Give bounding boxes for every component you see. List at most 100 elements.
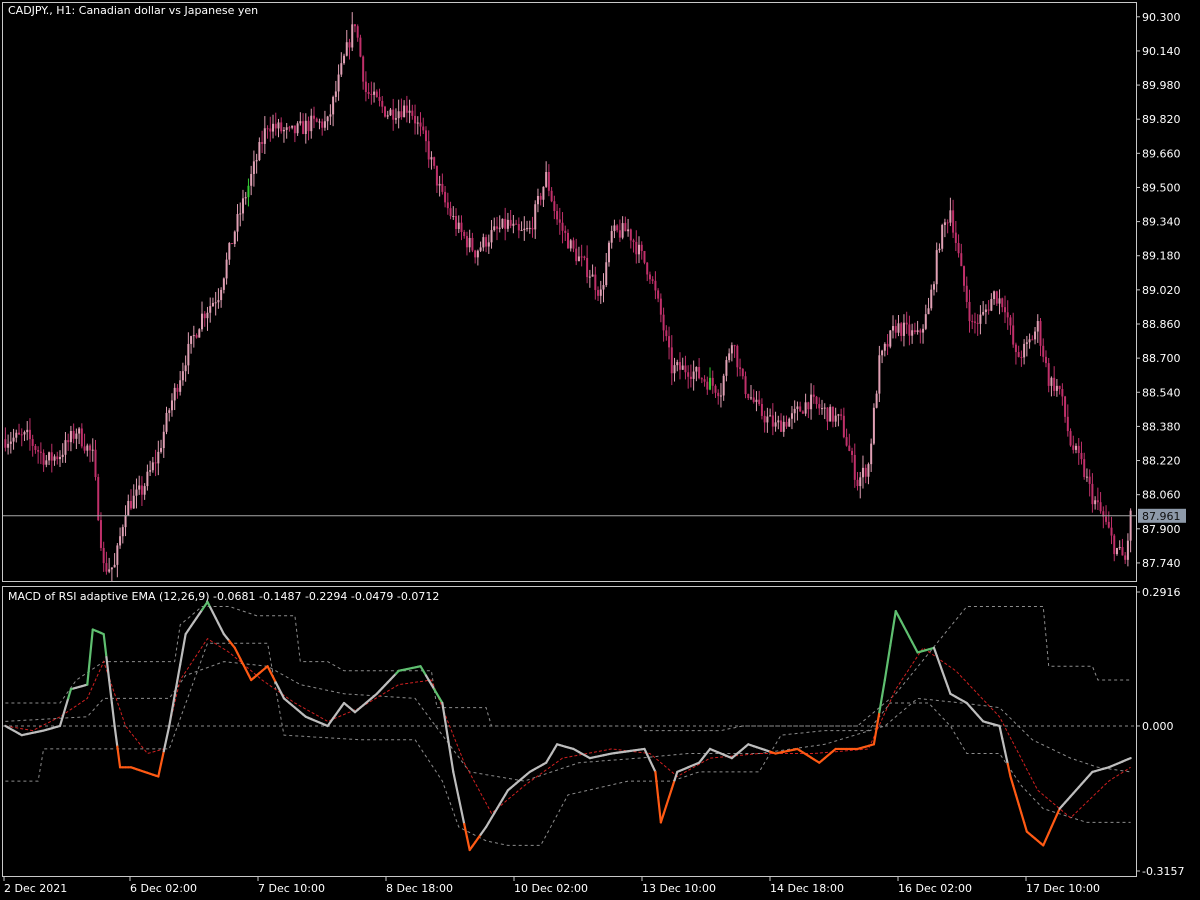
candle-body [362,56,365,82]
price-tick-label: 90.300 [1142,11,1181,24]
candle-body [678,362,681,370]
candle-body [364,81,367,93]
candle-body [209,306,212,313]
candle-body [935,250,938,285]
candle-body [976,322,979,324]
current-price-badge: 87.961 [1138,508,1186,523]
candle-body [577,256,580,262]
candle-body [957,242,960,254]
candle-body [881,350,884,356]
candle-body [64,440,67,455]
candle-body [1066,416,1069,432]
candle-body [293,125,296,134]
candle-body [744,376,747,395]
candle-body [550,190,553,202]
price-panel-title: CADJPY., H1: Canadian dollar vs Japanese… [8,4,258,17]
candle-body [116,545,119,565]
candle-body [815,396,818,405]
candle-body [659,298,662,315]
candle-body [837,414,840,416]
price-tick-label: 90.140 [1142,45,1181,58]
candle-body [632,240,635,242]
candle-body [460,222,463,232]
candle-body [476,250,479,258]
candle-body [31,439,34,446]
candle-body [774,422,777,427]
candle-body [323,121,326,128]
candle-body [938,248,941,251]
candle-body [536,195,539,205]
candle-body [698,367,701,379]
candle-body [810,394,813,410]
time-tick-label: 14 Dec 18:00 [770,882,844,895]
candle-body [547,172,550,191]
candle-body [1080,452,1083,460]
candle-body [162,431,165,449]
candle-body [605,262,608,286]
candle-body [485,237,488,247]
candle-body [875,393,878,408]
candle-body [416,122,419,124]
candle-body [741,368,744,377]
candle-body [818,404,821,409]
candle-body [427,141,430,160]
candle-body [307,120,310,132]
candle-body [252,161,255,174]
candle-body [28,429,31,440]
candle-body [684,365,687,373]
candle-body [993,291,996,300]
candle-body [867,464,870,477]
candle-body [894,326,897,333]
candle-body [4,439,7,448]
candle-body [430,157,433,160]
price-tick-label: 88.700 [1142,352,1181,365]
candle-body [848,445,851,451]
price-tick-label: 89.660 [1142,147,1181,160]
candle-body [651,279,654,281]
candle-body [504,218,507,229]
candle-body [299,121,302,124]
chart-canvas: CADJPY., H1: Canadian dollar vs Japanese… [0,0,1200,900]
candle-body [796,406,799,409]
candle-body [1129,510,1132,541]
candle-body [154,462,157,464]
candle-body [1083,459,1086,478]
candle-body [282,129,285,132]
candle-body [763,415,766,423]
candle-body [1044,356,1047,364]
candle-body [640,244,643,251]
candle-body [886,343,889,347]
candle-body [285,127,288,130]
candle-body [739,367,742,369]
time-tick-label: 13 Dec 10:00 [642,882,716,895]
candle-body [61,454,64,457]
candle-body [1025,342,1028,344]
candle-body [288,127,291,129]
candle-body [913,330,916,333]
candle-body [1096,500,1099,503]
candle-body [296,123,299,134]
candle-body [583,256,586,258]
candle-body [1039,321,1042,346]
candle-body [247,185,250,198]
candle-body [15,432,18,438]
price-tick-label: 88.220 [1142,455,1181,468]
candle-body [378,96,381,101]
candle-body [1053,377,1056,391]
candle-body [1115,547,1118,555]
candle-body [703,379,706,382]
candle-body [512,223,515,226]
candle-body [75,433,78,439]
candle-body [725,360,728,376]
candle-body [23,432,26,435]
candle-body [526,228,529,230]
candle-body [457,222,460,229]
candle-body [151,462,154,471]
chart-background [0,0,1200,900]
candle-body [982,312,985,315]
candle-body [902,322,905,336]
candle-body [201,313,204,330]
candle-body [900,323,903,336]
candle-body [203,313,206,319]
candle-body [668,336,671,348]
